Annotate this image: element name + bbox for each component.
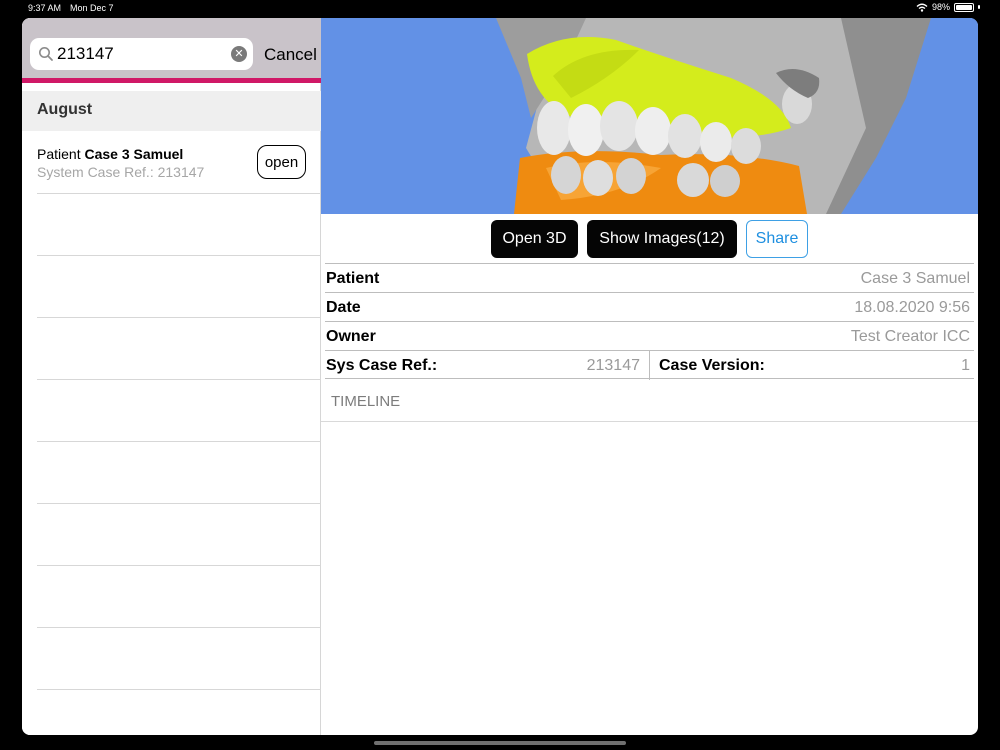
case-version-value: 1 (961, 357, 970, 374)
show-images-button[interactable]: Show Images(12) (587, 220, 737, 258)
patient-row: Patient Case 3 Samuel (325, 263, 974, 292)
battery-icon (954, 2, 974, 12)
battery-tip (978, 5, 980, 9)
owner-value: Test Creator ICC (850, 328, 970, 345)
status-bar: 9:37 AM Mon Dec 7 98% (0, 0, 1000, 16)
owner-label: Owner (326, 328, 376, 345)
sys-ref-label: Sys Case Ref.: (326, 357, 438, 374)
divider (37, 317, 321, 318)
cancel-button[interactable]: Cancel (264, 45, 317, 65)
open-case-button[interactable]: open (257, 145, 306, 179)
date-value: 18.08.2020 9:56 (854, 299, 970, 316)
section-header-august: August (22, 91, 321, 131)
divider (37, 627, 321, 628)
search-input[interactable] (57, 38, 227, 70)
divider (37, 379, 321, 380)
share-button[interactable]: Share (746, 220, 808, 258)
open-3d-button[interactable]: Open 3D (491, 220, 578, 258)
search-field[interactable]: ✕ (30, 38, 253, 70)
divider (37, 689, 321, 690)
case-version-label: Case Version: (659, 357, 765, 374)
divider (37, 193, 321, 194)
divider (37, 503, 321, 504)
status-time: 9:37 AM (28, 3, 62, 13)
patient-value: Case 3 Samuel (860, 270, 970, 287)
owner-row: Owner Test Creator ICC (325, 321, 974, 350)
case-ref: System Case Ref.: 213147 (37, 164, 205, 180)
divider (37, 441, 321, 442)
case-detail-panel: Open 3D Show Images(12) Share Patient Ca… (321, 18, 978, 735)
date-row: Date 18.08.2020 9:56 (325, 292, 974, 321)
timeline-heading: TIMELINE (331, 393, 401, 410)
wifi-icon (916, 3, 928, 12)
app-window: ✕ Cancel August Patient Case 3 Samuel Sy… (22, 18, 978, 735)
status-indicators: 98% (916, 2, 980, 12)
home-indicator[interactable] (374, 741, 626, 745)
accent-bar (22, 78, 321, 83)
case-name: Case 3 Samuel (84, 146, 184, 162)
date-label: Date (326, 299, 361, 316)
patient-label: Patient (326, 270, 380, 287)
clear-search-icon[interactable]: ✕ (231, 46, 247, 62)
search-bar: ✕ Cancel (22, 18, 321, 78)
divider (37, 565, 321, 566)
column-divider (649, 351, 650, 380)
case-title-prefix: Patient (37, 146, 81, 162)
list-item[interactable]: Patient Case 3 Samuel System Case Ref.: … (22, 131, 321, 193)
sys-ref-value: 213147 (586, 357, 640, 374)
timeline-divider (321, 421, 978, 422)
divider (37, 255, 321, 256)
status-date: Mon Dec 7 (70, 3, 114, 13)
case-title: Patient Case 3 Samuel (37, 146, 183, 162)
case-list-panel: ✕ Cancel August Patient Case 3 Samuel Sy… (22, 18, 321, 735)
search-icon (39, 47, 53, 61)
dental-scan-image (321, 18, 978, 214)
battery-percent: 98% (931, 2, 950, 12)
ref-version-row: Sys Case Ref.: 213147 Case Version: 1 (325, 350, 974, 380)
scan-preview[interactable] (321, 18, 978, 214)
